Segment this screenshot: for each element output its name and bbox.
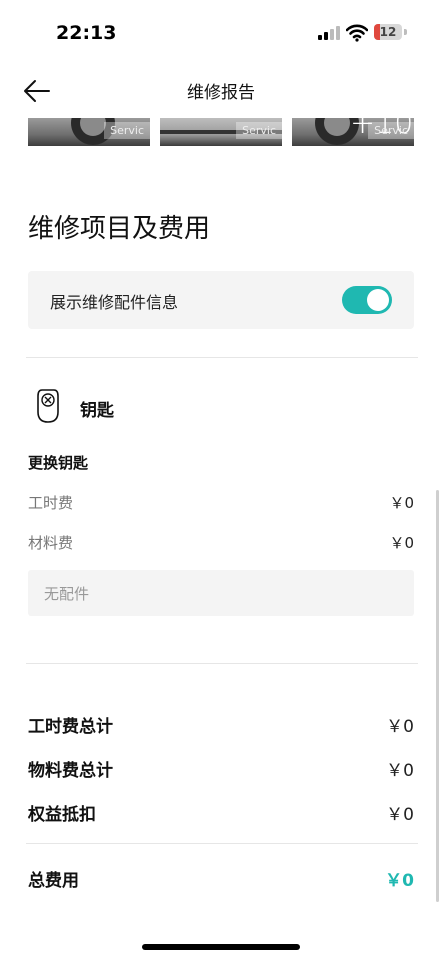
photo-tag: Servic	[368, 122, 414, 139]
service-photo[interactable]: Servic	[28, 118, 150, 146]
status-bar: 22:13 12	[0, 0, 442, 64]
item-title: 钥匙	[80, 401, 114, 421]
show-parts-toggle[interactable]	[342, 286, 392, 314]
page-title: 维修报告	[187, 83, 255, 103]
item-subtitle: 更换钥匙	[28, 454, 89, 472]
no-parts-text: 无配件	[44, 585, 90, 603]
show-parts-toggle-card: 展示维修配件信息	[28, 271, 414, 329]
labor-total-row: 工时费总计 ￥0	[28, 712, 414, 737]
battery-icon: 12	[374, 24, 402, 40]
material-fee-row: 材料费 ￥0	[28, 532, 414, 554]
labor-total-label: 工时费总计	[28, 717, 113, 737]
benefit-deduction-row: 权益抵扣 ￥0	[28, 800, 414, 825]
status-time: 22:13	[56, 22, 117, 44]
photo-tag: Servic	[236, 122, 282, 139]
section-title: 维修项目及费用	[28, 214, 211, 244]
photo-tag: Servic	[104, 122, 150, 139]
material-total-row: 物料费总计 ￥0	[28, 756, 414, 781]
benefit-deduction-label: 权益抵扣	[28, 805, 96, 825]
divider	[26, 357, 418, 358]
grand-total-row: 总费用 ￥0	[28, 866, 414, 891]
material-total-value: ￥0	[386, 761, 414, 781]
labor-fee-value: ￥0	[389, 494, 414, 512]
material-fee-value: ￥0	[389, 534, 414, 552]
photo-strip: Servic Servic +10 Servic	[0, 118, 442, 146]
service-photo-more[interactable]: +10 Servic	[292, 118, 414, 146]
no-parts-box: 无配件	[28, 570, 414, 616]
material-total-label: 物料费总计	[28, 761, 113, 781]
toggle-label: 展示维修配件信息	[50, 293, 179, 312]
labor-total-value: ￥0	[386, 717, 414, 737]
nav-bar: 维修报告	[0, 64, 442, 118]
material-fee-label: 材料费	[28, 534, 74, 552]
wifi-icon	[346, 24, 368, 42]
grand-total-label: 总费用	[28, 871, 79, 891]
scrollbar[interactable]	[436, 490, 439, 902]
car-key-icon	[37, 389, 59, 423]
home-indicator[interactable]	[142, 944, 300, 950]
divider	[26, 663, 418, 664]
toggle-knob	[367, 289, 389, 311]
battery-tip	[404, 29, 407, 35]
labor-fee-label: 工时费	[28, 494, 74, 512]
labor-fee-row: 工时费 ￥0	[28, 492, 414, 514]
grand-total-value: ￥0	[385, 871, 414, 891]
divider	[26, 843, 418, 844]
battery-level: 12	[379, 25, 397, 39]
benefit-deduction-value: ￥0	[386, 805, 414, 825]
service-photo[interactable]: Servic	[160, 118, 282, 146]
cellular-signal-icon	[318, 26, 340, 40]
